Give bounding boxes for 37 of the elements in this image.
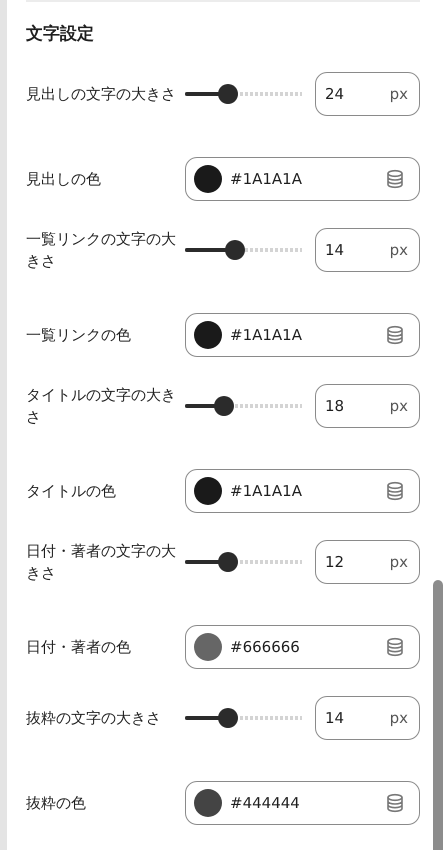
color-swatch[interactable]: [194, 633, 222, 661]
setting-label: 一覧リンクの文字の大きさ: [26, 229, 176, 272]
number-field[interactable]: 24 px: [315, 72, 420, 116]
color-swatch[interactable]: [194, 477, 222, 505]
setting-label: 抜粋の文字の大きさ: [26, 708, 162, 729]
number-field[interactable]: 18 px: [315, 384, 420, 428]
number-field[interactable]: 14 px: [315, 228, 420, 272]
setting-label: 日付・著者の文字の大きさ: [26, 541, 176, 584]
color-swatch[interactable]: [194, 165, 222, 193]
slider[interactable]: [185, 708, 302, 728]
slider[interactable]: [185, 396, 302, 416]
color-field[interactable]: #1A1A1A: [185, 313, 420, 357]
setting-label: 見出しの文字の大きさ: [26, 84, 176, 105]
number-field[interactable]: 14 px: [315, 696, 420, 740]
database-icon[interactable]: [385, 169, 405, 189]
number-field[interactable]: 12 px: [315, 540, 420, 584]
setting-label: 一覧リンクの色: [26, 325, 132, 346]
color-field[interactable]: #1A1A1A: [185, 157, 420, 201]
setting-label: 抜粋の色: [26, 793, 87, 814]
database-icon[interactable]: [385, 481, 405, 501]
color-field[interactable]: #666666: [185, 625, 420, 669]
color-swatch[interactable]: [194, 321, 222, 349]
setting-label: タイトルの色: [26, 481, 117, 502]
section-title: 文字設定: [26, 23, 95, 46]
scrollbar[interactable]: [433, 580, 443, 850]
database-icon[interactable]: [385, 793, 405, 813]
database-icon[interactable]: [385, 325, 405, 345]
slider[interactable]: [185, 84, 302, 104]
setting-label: 見出しの色: [26, 169, 102, 190]
color-field[interactable]: #1A1A1A: [185, 469, 420, 513]
color-swatch[interactable]: [194, 789, 222, 817]
slider[interactable]: [185, 240, 302, 260]
setting-label: タイトルの文字の大きさ: [26, 385, 176, 428]
color-field[interactable]: #444444: [185, 781, 420, 825]
slider[interactable]: [185, 552, 302, 572]
setting-label: 日付・著者の色: [26, 637, 132, 658]
database-icon[interactable]: [385, 637, 405, 657]
